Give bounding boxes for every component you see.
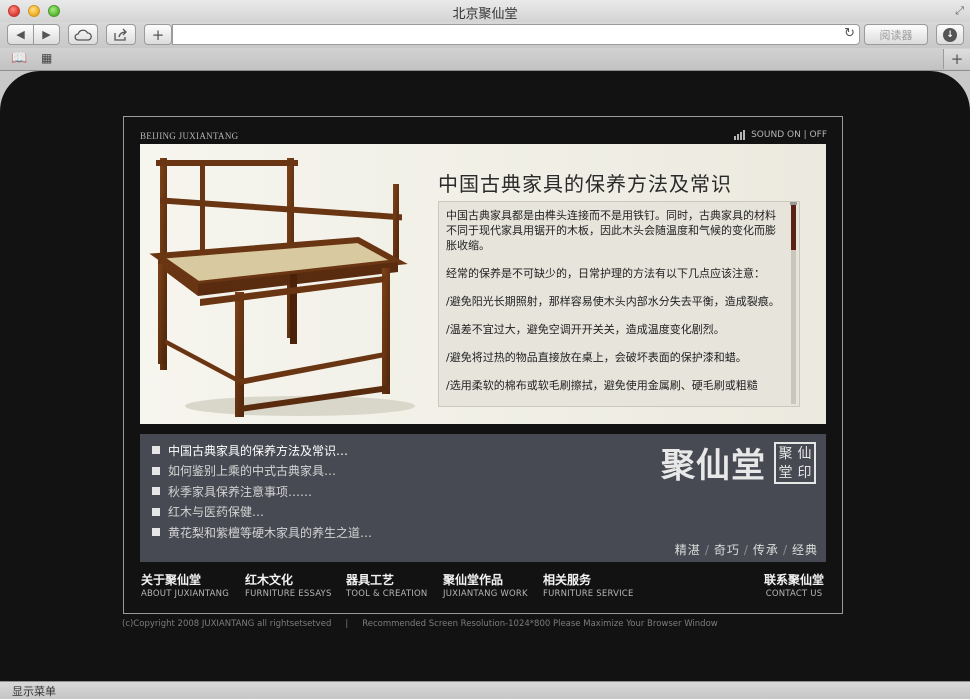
article-link[interactable]: 红木与医药保健… [152, 502, 372, 523]
add-bookmark-button[interactable]: + [144, 24, 172, 45]
seal-char: 印 [797, 464, 812, 481]
hero-banner: 中国古典家具的保养方法及常识 中国古典家具都是由榫头连接而不是用铁钉。同时，古典… [140, 144, 826, 424]
sound-toggle[interactable]: SOUND ON | OFF [734, 130, 827, 140]
nav-label-cn[interactable]: 关于聚仙堂 [141, 571, 229, 588]
nav-label-cn[interactable]: 聚仙堂作品 [443, 571, 528, 588]
back-button[interactable]: ◀ [8, 28, 33, 41]
fullscreen-icon[interactable]: ⤢ [955, 4, 964, 18]
logo-text: 聚仙堂 [661, 446, 766, 486]
nav-label-en[interactable]: FURNITURE ESSAYS [245, 589, 332, 599]
sound-bars-icon [734, 130, 746, 140]
nav-label-cn[interactable]: 器具工艺 [346, 571, 427, 588]
slogan-separator: / [743, 543, 749, 557]
square-bullet-icon [152, 487, 160, 496]
main-nav: 关于聚仙堂 ABOUT JUXIANTANG 红木文化 FURNITURE ES… [140, 571, 826, 605]
article-link[interactable]: 秋季家具保养注意事项…… [152, 481, 372, 502]
window-titlebar: 北京聚仙堂 ⤢ [0, 0, 970, 22]
slogan-word: 奇巧 [713, 543, 740, 557]
article-link-label[interactable]: 中国古典家具的保养方法及常识… [168, 442, 348, 459]
footer-separator: | [345, 619, 349, 629]
article-link-label[interactable]: 黄花梨和紫檀等硬木家具的养生之道… [168, 524, 372, 541]
nav-contact[interactable]: 联系聚仙堂 CONTACT US [764, 571, 824, 599]
nav-label-cn[interactable]: 相关服务 [543, 571, 634, 588]
article-link-label[interactable]: 秋季家具保养注意事项…… [168, 483, 312, 500]
slogan-word: 经典 [791, 543, 818, 557]
article-title: 中国古典家具的保养方法及常识 [438, 172, 732, 196]
nav-about[interactable]: 关于聚仙堂 ABOUT JUXIANTANG [141, 571, 229, 599]
new-tab-button[interactable]: + [943, 49, 970, 69]
nav-label-en[interactable]: CONTACT US [764, 589, 824, 599]
slogan-separator: / [782, 543, 788, 557]
share-button[interactable] [106, 24, 136, 45]
seal-char: 仙 [797, 445, 812, 462]
resolution-note: Recommended Screen Resolution-1024*800 P… [362, 619, 718, 629]
seal-logo: 聚 仙 堂 印 [774, 442, 816, 484]
site-brand: BEIJING JUXIANTANG [140, 131, 239, 141]
icloud-tabs-button[interactable] [68, 24, 98, 45]
share-icon [114, 28, 127, 41]
slogan-separator: / [704, 543, 710, 557]
downloads-button[interactable]: ↓ [936, 24, 964, 45]
top-sites-grid-icon[interactable]: ▦ [41, 51, 52, 65]
article-paragraph: /避免阳光长期照射，那样容易使木头内部水分失去平衡，造成裂痕。 [446, 295, 780, 308]
article-paragraph: 经常的保养是不可缺少的，日常护理的方法有以下几点应该注意： [446, 267, 765, 280]
nav-tools[interactable]: 器具工艺 TOOL & CREATION [346, 571, 427, 599]
square-bullet-icon [152, 446, 160, 455]
back-forward-group: ◀ ▶ [7, 24, 60, 45]
chair-image [149, 158, 415, 417]
article-paragraph: /选用柔软的棉布或软毛刷擦拭，避免使用金属刷、硬毛刷或粗糙 [446, 379, 758, 392]
scrollbar-thumb[interactable] [791, 204, 796, 250]
article-link[interactable]: 黄花梨和紫檀等硬木家具的养生之道… [152, 522, 372, 543]
article-link-label[interactable]: 红木与医药保健… [168, 503, 264, 520]
square-bullet-icon [152, 528, 160, 537]
square-bullet-icon [152, 507, 160, 516]
article-link-label[interactable]: 如何鉴别上乘的中式古典家具… [168, 462, 336, 479]
nav-label-en[interactable]: JUXIANTANG WORK [443, 589, 528, 599]
slogan: 精湛 / 奇巧 / 传承 / 经典 [675, 541, 818, 558]
article-scroll-area[interactable]: 中国古典家具都是由榫头连接而不是用铁钉。同时，古典家具的材料不同于现代家具用锯开… [438, 201, 800, 407]
plus-icon: + [151, 25, 165, 44]
slogan-word: 精湛 [674, 543, 701, 557]
scrollbar-cap [790, 202, 797, 205]
nav-service[interactable]: 相关服务 FURNITURE SERVICE [543, 571, 634, 599]
seal-char: 聚 [778, 445, 793, 462]
browser-toolbar: ◀ ▶ + ↻ 阅读器 ↓ [0, 22, 970, 48]
nav-label-en[interactable]: ABOUT JUXIANTANG [141, 589, 229, 599]
article-link[interactable]: 中国古典家具的保养方法及常识… [152, 440, 372, 461]
nav-label-en[interactable]: FURNITURE SERVICE [543, 589, 634, 599]
article-paragraph: /避免将过热的物品直接放在桌上，会破坏表面的保护漆和蜡。 [446, 351, 747, 364]
article-paragraph: /温差不宜过大，避免空调开开关关，造成温度变化剧烈。 [446, 323, 725, 336]
article-link[interactable]: 如何鉴别上乘的中式古典家具… [152, 461, 372, 482]
footer-copyright: (c)Copyright 2008 JUXIANTANG all rightse… [122, 619, 718, 629]
article-list-panel: 中国古典家具的保养方法及常识… 如何鉴别上乘的中式古典家具… 秋季家具保养注意事… [140, 434, 826, 562]
nav-label-en[interactable]: TOOL & CREATION [346, 589, 427, 599]
nav-essays[interactable]: 红木文化 FURNITURE ESSAYS [245, 571, 332, 599]
article-links: 中国古典家具的保养方法及常识… 如何鉴别上乘的中式古典家具… 秋季家具保养注意事… [152, 440, 372, 543]
square-bullet-icon [152, 466, 160, 475]
slogan-word: 传承 [752, 543, 779, 557]
forward-button[interactable]: ▶ [34, 28, 59, 41]
copyright-text: (c)Copyright 2008 JUXIANTANG all rightse… [122, 619, 332, 629]
status-bar: 显示菜单 [0, 681, 970, 698]
nav-works[interactable]: 聚仙堂作品 JUXIANTANG WORK [443, 571, 528, 599]
sound-label[interactable]: SOUND ON | OFF [751, 130, 827, 140]
nav-label-cn[interactable]: 红木文化 [245, 571, 332, 588]
nav-label-cn[interactable]: 联系聚仙堂 [764, 571, 824, 588]
address-bar[interactable]: ↻ [172, 24, 860, 45]
reading-list-icon[interactable]: 📖 [11, 51, 27, 66]
cloud-icon [74, 29, 92, 41]
reload-icon[interactable]: ↻ [844, 26, 855, 41]
reader-button[interactable]: 阅读器 [864, 24, 928, 45]
bookmarks-bar: 📖 ▦ [0, 48, 970, 71]
seal-char: 堂 [778, 464, 793, 481]
article-paragraph: 中国古典家具都是由榫头连接而不是用铁钉。同时，古典家具的材料不同于现代家具用锯开… [446, 209, 776, 252]
article-body: 中国古典家具都是由榫头连接而不是用铁钉。同时，古典家具的材料不同于现代家具用锯开… [446, 208, 786, 406]
window-title: 北京聚仙堂 [452, 7, 518, 22]
web-viewport: BEIJING JUXIANTANG SOUND ON | OFF 中国古典家具… [0, 71, 970, 681]
download-icon: ↓ [943, 27, 957, 42]
